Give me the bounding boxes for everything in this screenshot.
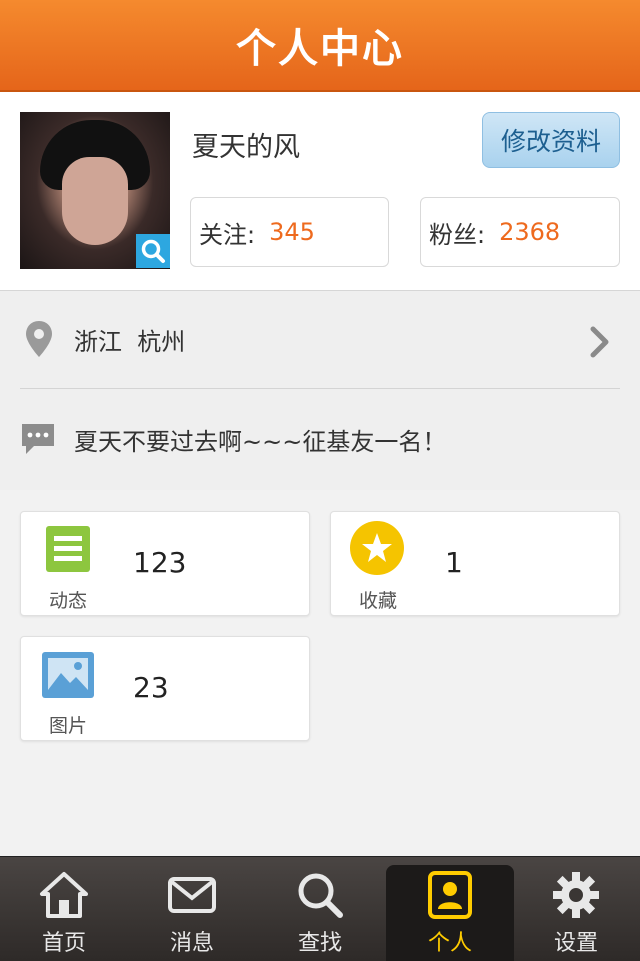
header-bar: 个人中心 [0, 0, 640, 92]
card-posts[interactable]: 动态 123 [20, 511, 310, 616]
follow-label: 关注: [199, 220, 256, 249]
gear-icon [548, 867, 604, 923]
card-photos-count: 23 [133, 671, 169, 704]
avatar-face [62, 157, 128, 245]
card-favorites-label: 收藏 [358, 590, 397, 612]
signature-row: 夏天不要过去啊~~~征基友一名！ [0, 389, 640, 489]
tab-home[interactable]: 首页 [0, 857, 128, 961]
card-photos[interactable]: 图片 23 [20, 636, 310, 741]
star-icon [349, 520, 405, 576]
location-province: 浙江 [74, 328, 122, 356]
location-row[interactable]: 浙江 杭州 [0, 291, 640, 388]
tab-messages[interactable]: 消息 [128, 857, 256, 961]
profile-icon [422, 867, 478, 923]
card-favorites-count: 1 [445, 546, 463, 579]
avatar-zoom-icon[interactable] [136, 234, 170, 268]
tab-search-label: 查找 [297, 931, 342, 956]
card-photos-label: 图片 [48, 715, 87, 737]
chat-bubble-icon [20, 421, 56, 461]
card-posts-count: 123 [133, 546, 187, 579]
list-icon [43, 524, 93, 574]
search-icon [292, 867, 348, 923]
info-section: 浙江 杭州 夏天不要过去啊~~~征基友一名！ [0, 291, 640, 489]
follow-count-box[interactable]: 关注: 345 [190, 197, 389, 267]
fans-label: 粉丝: [429, 220, 486, 249]
location-city: 杭州 [137, 328, 186, 356]
location-text: 浙江 杭州 [74, 322, 185, 357]
card-posts-label: 动态 [48, 590, 87, 612]
image-icon [41, 651, 95, 699]
signature-text: 夏天不要过去啊~~~征基友一名！ [74, 427, 447, 456]
tab-profile[interactable]: 个人 [386, 865, 514, 961]
tab-settings[interactable]: 设置 [512, 857, 640, 961]
bottom-tab-bar: 首页 消息 查找 个人 设置 [0, 856, 640, 961]
tab-search[interactable]: 查找 [256, 857, 384, 961]
tab-home-label: 首页 [41, 931, 86, 956]
tab-profile-label: 个人 [427, 931, 472, 956]
fans-count-box[interactable]: 粉丝: 2368 [420, 197, 620, 267]
cards-area: 动态 123 收藏 1 图片 23 [0, 490, 640, 856]
fans-value: 2368 [499, 218, 561, 246]
card-favorites[interactable]: 收藏 1 [330, 511, 620, 616]
location-pin-icon [24, 319, 54, 363]
mail-icon [164, 867, 220, 923]
page-title: 个人中心 [236, 26, 404, 72]
home-icon [36, 867, 92, 923]
tab-settings-label: 设置 [553, 931, 598, 956]
edit-profile-button[interactable]: 修改资料 [482, 112, 620, 168]
follow-value: 345 [269, 218, 315, 246]
tab-messages-label: 消息 [169, 931, 214, 956]
chevron-right-icon [588, 325, 612, 363]
user-name: 夏天的风 [192, 132, 300, 163]
